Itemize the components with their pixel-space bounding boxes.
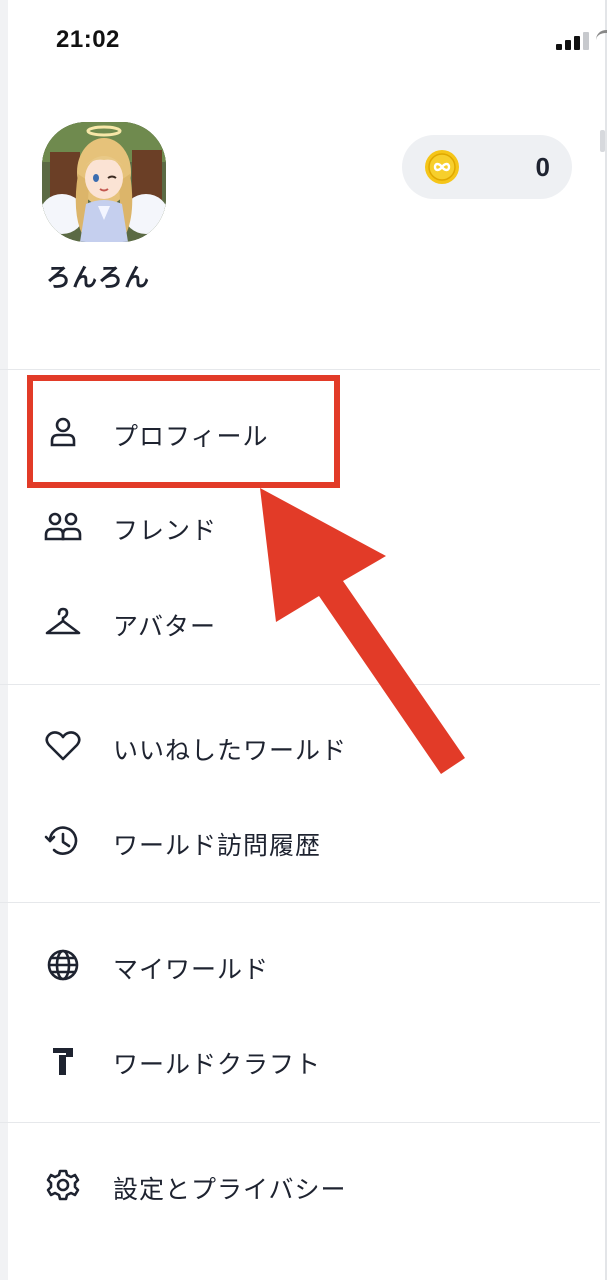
status-bar: 21:02 — [0, 0, 607, 80]
menu-item-settings[interactable]: 設定とプライバシー — [0, 1155, 600, 1215]
menu-item-world-craft[interactable]: ワールドクラフト — [0, 1030, 600, 1090]
menu-item-my-worlds[interactable]: マイワールド — [0, 935, 600, 995]
hammer-icon — [53, 1048, 73, 1075]
hanger-icon — [45, 607, 81, 635]
menu-label-friends: フレンド — [113, 516, 218, 545]
user-name: ろんろん — [46, 263, 151, 292]
divider — [0, 902, 600, 903]
globe-icon — [47, 949, 79, 981]
highlight-box — [27, 375, 340, 488]
avatar[interactable] — [42, 122, 166, 242]
menu-label-settings: 設定とプライバシー — [113, 1175, 347, 1204]
wifi-icon — [596, 30, 607, 44]
menu-label-world-craft: ワールドクラフト — [113, 1050, 322, 1079]
menu-label-avatar: アバター — [113, 612, 217, 641]
coin-count: 0 — [535, 152, 550, 182]
status-time: 21:02 — [56, 26, 120, 53]
heart-icon — [45, 731, 81, 761]
scroll-indicator — [600, 130, 605, 152]
gear-icon — [46, 1169, 80, 1201]
history-icon — [44, 826, 78, 855]
divider — [0, 1122, 600, 1123]
menu-label-my-worlds: マイワールド — [113, 955, 270, 984]
coin-icon — [425, 150, 459, 184]
friends-icon — [44, 512, 82, 541]
menu-label-world-history: ワールド訪問履歴 — [113, 831, 322, 860]
signal-icon — [556, 30, 592, 50]
menu-item-world-history[interactable]: ワールド訪問履歴 — [0, 811, 600, 871]
divider — [0, 369, 600, 370]
annotation-arrow — [260, 488, 465, 774]
coin-balance[interactable]: 0 — [402, 135, 572, 199]
